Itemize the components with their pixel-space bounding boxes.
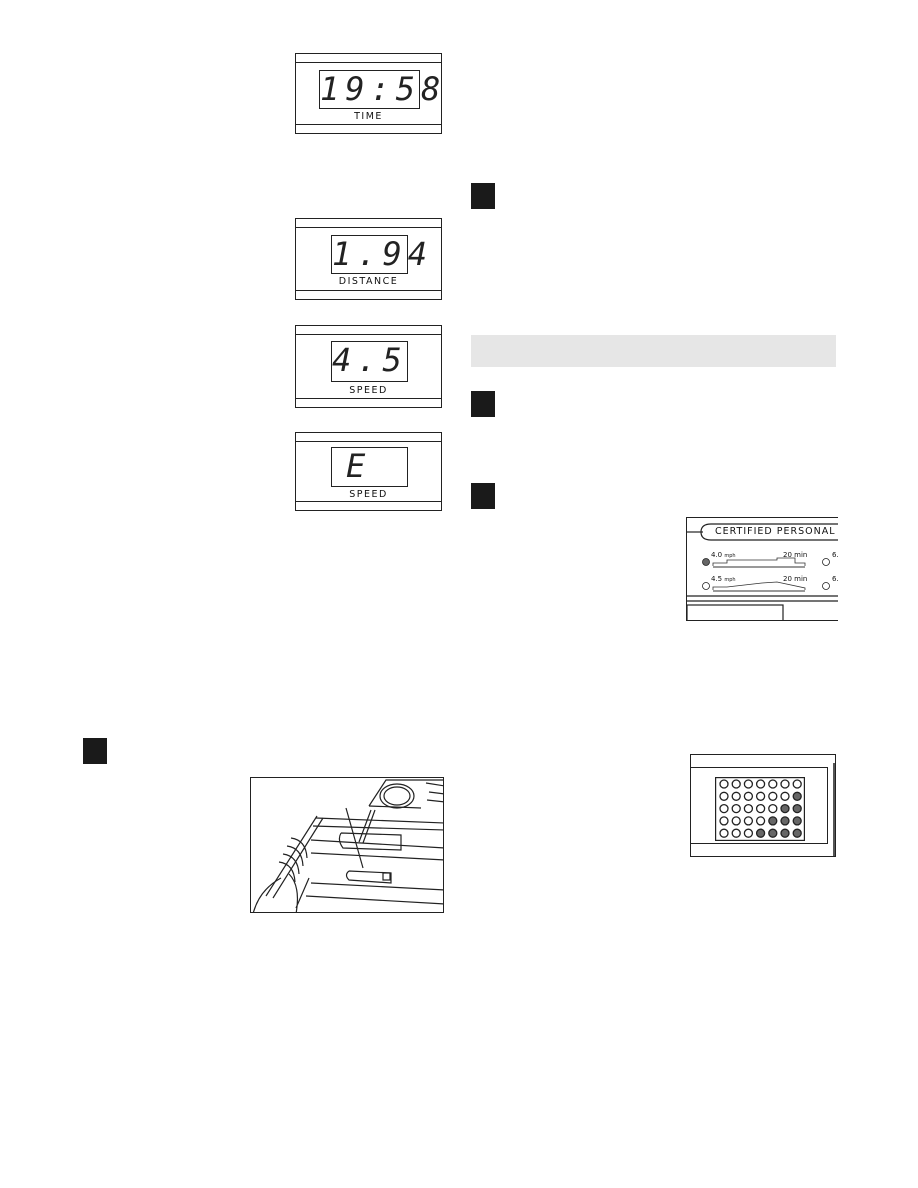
dot-unlit [731, 828, 741, 838]
dot-unlit [743, 803, 754, 814]
dot-lit [780, 816, 790, 826]
dot-matrix-panel [690, 754, 836, 857]
dot-unlit [755, 803, 766, 814]
dot-lit [792, 791, 802, 801]
dot-unlit [768, 791, 778, 801]
step-marker [471, 391, 495, 417]
time-label: TIME [354, 111, 383, 122]
dot-unlit [755, 779, 766, 789]
dot-unlit [768, 779, 778, 789]
dot-unlit [743, 828, 754, 838]
speed-error-label: SPEED [349, 489, 388, 500]
step-marker [83, 738, 107, 764]
dot-unlit [719, 816, 729, 826]
dot-unlit [755, 816, 766, 826]
program-1-speed: 4.0 mph [711, 551, 736, 559]
dot-unlit [731, 779, 741, 789]
program-2-time: 20 min [783, 575, 808, 583]
dot-lit [768, 828, 778, 838]
dot-unlit [719, 779, 729, 789]
dot-unlit [743, 791, 754, 801]
dot-lit [792, 816, 802, 826]
speed-error-readout: E [331, 447, 408, 487]
dot-unlit [755, 791, 766, 801]
time-readout: 19:58 [319, 70, 447, 109]
program-1-time: 20 min [783, 551, 808, 559]
dot-lit [768, 816, 778, 826]
step-marker [471, 183, 495, 209]
program-panel-title: CERTIFIED PERSONAL TR [715, 526, 838, 537]
manual-page: 19:58 TIME 1.94 DISTANCE 4.5 SPEED E SPE… [0, 0, 918, 1188]
dot-unlit [719, 828, 729, 838]
section-header-band [471, 335, 836, 367]
speed-label: SPEED [349, 385, 388, 396]
dot-lit [780, 828, 790, 838]
dot-lit [780, 803, 790, 814]
dot-unlit [719, 803, 729, 814]
distance-readout: 1.94 [331, 235, 434, 274]
dot-lit [755, 828, 766, 838]
distance-label: DISTANCE [338, 276, 399, 287]
program-4-speed: 6. [832, 575, 838, 583]
step-marker [471, 483, 495, 509]
dot-unlit [731, 803, 741, 814]
dot-unlit [780, 779, 790, 789]
dot-unlit [743, 779, 754, 789]
dot-unlit [780, 791, 790, 801]
program-3-speed: 6. [832, 551, 838, 559]
speed-error-display: E SPEED [295, 432, 442, 511]
dot-unlit [719, 791, 729, 801]
dot-unlit [743, 816, 754, 826]
dot-lit [792, 803, 802, 814]
dot-unlit [731, 791, 741, 801]
program-2-speed: 4.5 mph [711, 575, 736, 583]
dot-unlit [731, 816, 741, 826]
speed-display: 4.5 SPEED [295, 325, 442, 408]
dot-unlit [768, 803, 778, 814]
dot-matrix-grid [715, 777, 805, 841]
distance-display: 1.94 DISTANCE [295, 218, 442, 300]
dot-lit [792, 828, 802, 838]
time-display: 19:58 TIME [295, 53, 442, 134]
speed-readout: 4.5 [331, 341, 408, 382]
program-panel: CERTIFIED PERSONAL TR 4.0 mph 20 min 4.5… [686, 517, 838, 621]
treadmill-illustration [250, 777, 444, 913]
dot-unlit [792, 779, 802, 789]
